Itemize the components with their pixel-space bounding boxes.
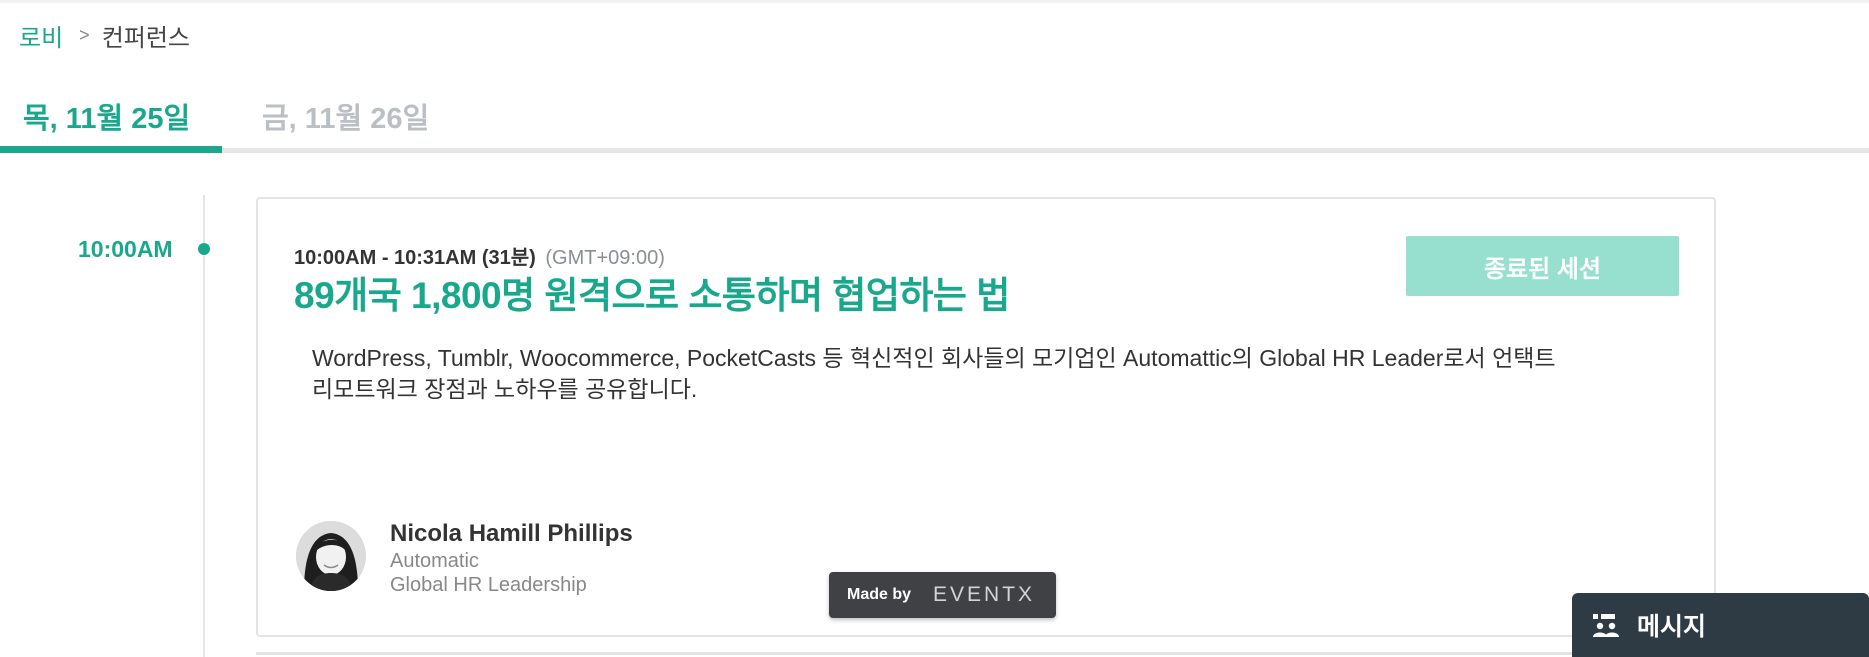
session-title[interactable]: 89개국 1,800명 원격으로 소통하며 협업하는 법	[294, 265, 1010, 319]
made-by-label: Made by	[847, 586, 912, 603]
made-by-eventx-badge[interactable]: Made by EVENTX	[829, 572, 1056, 618]
timeline-dot	[198, 243, 210, 255]
ended-session-button[interactable]: 종료된 세션	[1406, 236, 1679, 296]
tab-day-1[interactable]: 목, 11월 25일	[23, 95, 190, 137]
eventx-logo: EVENTX	[933, 583, 1036, 606]
session-card[interactable]: 10:00AM - 10:31AM (31분) (GMT+09:00) 89개국…	[256, 197, 1716, 637]
message-widget-button[interactable]: 메시지	[1572, 593, 1869, 657]
breadcrumb-lobby-link[interactable]: 로비	[19, 18, 63, 53]
date-tabs: 목, 11월 25일 금, 11월 26일	[0, 80, 1869, 154]
tab-day-2[interactable]: 금, 11월 26일	[262, 95, 429, 137]
breadcrumb-separator: >	[79, 25, 90, 45]
session-description-line: WordPress, Tumblr, Woocommerce, PocketCa…	[312, 345, 1556, 371]
speaker-role: Global HR Leadership	[390, 574, 587, 596]
speaker-portrait-icon	[296, 521, 366, 591]
tabs-rail	[0, 148, 1869, 153]
speaker-name[interactable]: Nicola Hamill Phillips	[390, 519, 633, 549]
active-tab-indicator	[0, 146, 222, 153]
people-chat-icon	[1593, 614, 1619, 637]
session-description-line: 리모트워크 장점과 노하우를 공유합니다.	[312, 376, 698, 402]
breadcrumb-current: 컨퍼런스	[101, 25, 191, 52]
timeline-time: 10:00AM	[78, 236, 173, 262]
session-description: WordPress, Tumblr, Woocommerce, PocketCa…	[312, 343, 1652, 405]
timeline-line	[203, 195, 205, 657]
conference-page: 로비 > 컨퍼런스 목, 11월 25일 금, 11월 26일 10:00AM …	[0, 0, 1869, 657]
breadcrumb: 로비 > 컨퍼런스	[19, 18, 190, 53]
avatar[interactable]	[296, 521, 366, 591]
speaker-info: Nicola Hamill Phillips Automatic Global …	[390, 519, 633, 597]
next-card-edge	[256, 652, 1716, 655]
speaker[interactable]: Nicola Hamill Phillips Automatic Global …	[296, 519, 633, 597]
speaker-company: Automatic	[390, 550, 479, 572]
message-widget-label: 메시지	[1637, 613, 1707, 641]
top-divider	[0, 0, 1869, 3]
